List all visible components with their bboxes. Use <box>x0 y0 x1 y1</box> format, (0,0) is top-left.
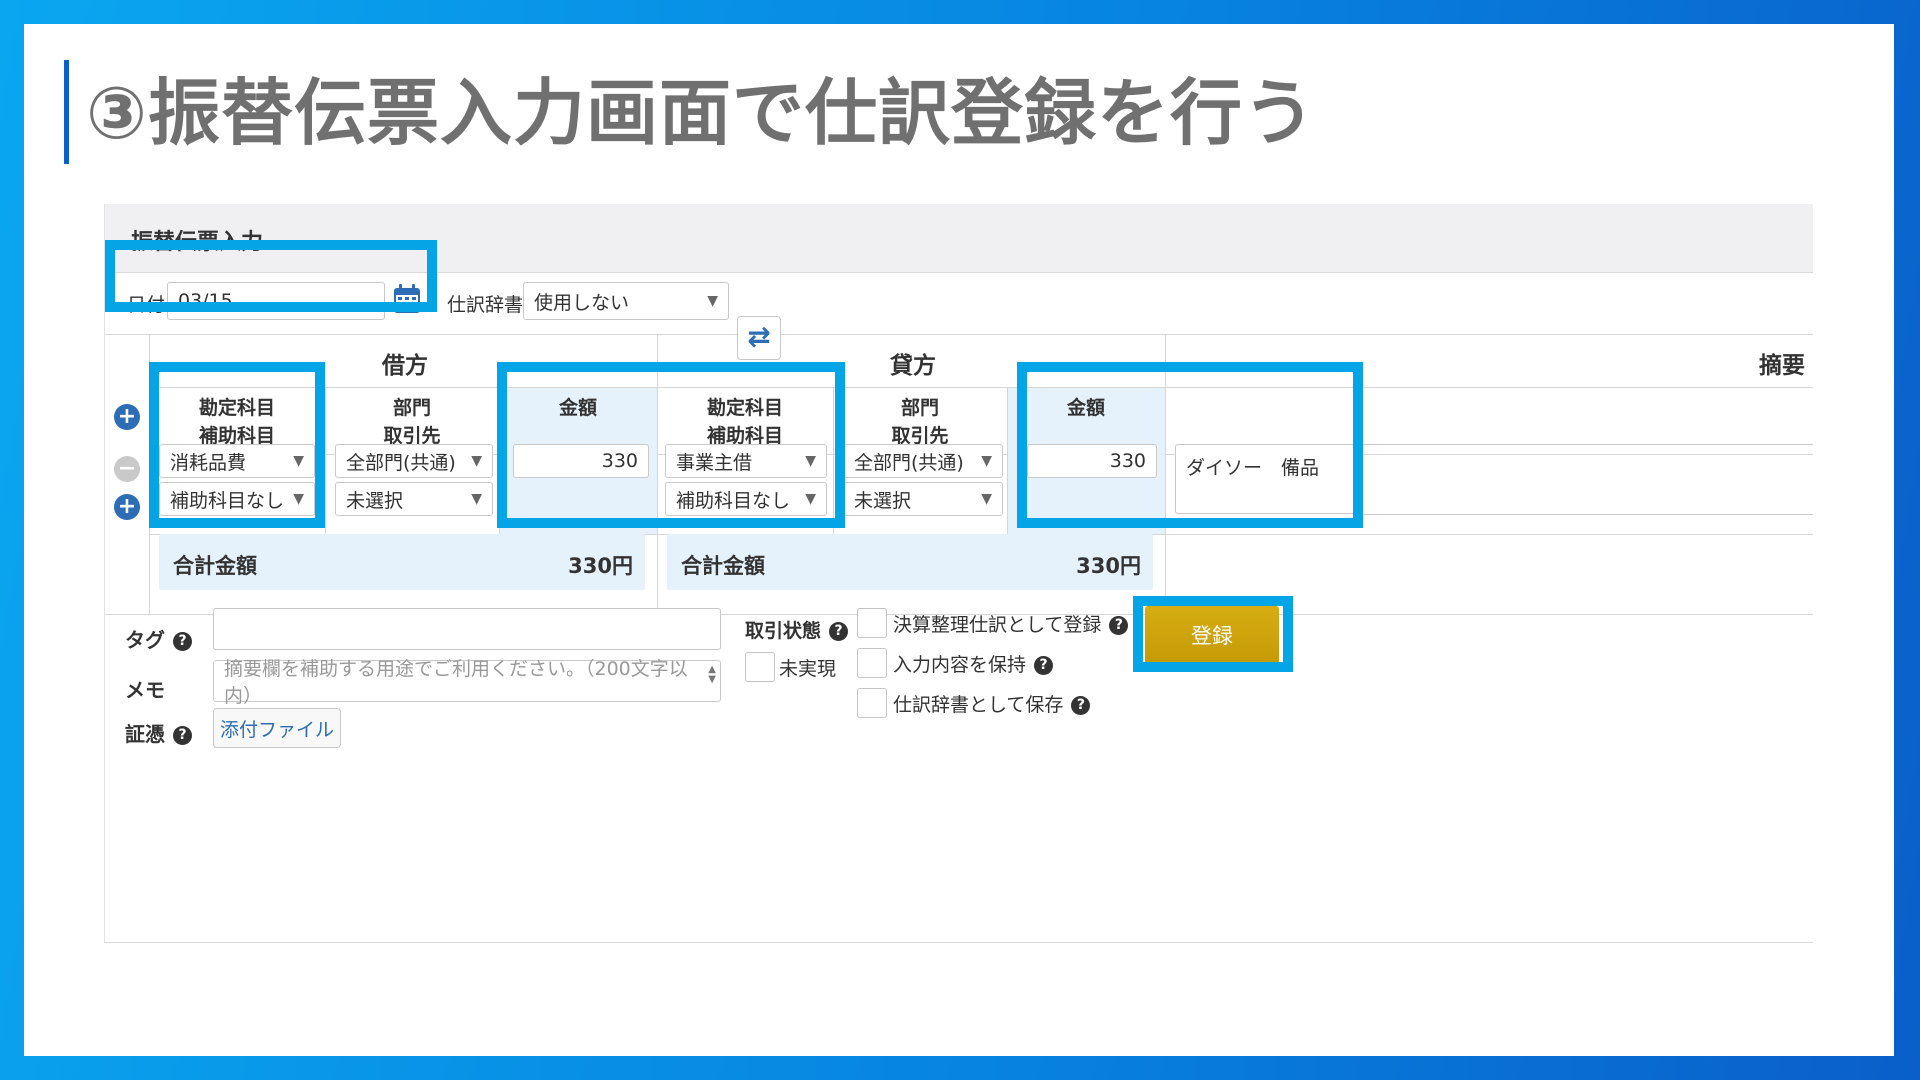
credit-amount-value: 330 <box>1109 450 1146 472</box>
tag-label: タグ? <box>125 624 192 653</box>
credit-sub-account-value: 補助科目なし <box>676 489 791 512</box>
credit-amount-head: 金額 <box>1066 397 1105 419</box>
swap-arrows-icon: ⇄ <box>747 320 771 353</box>
plus-circle-icon[interactable]: + <box>114 494 140 520</box>
closing-entry-checkbox[interactable] <box>857 608 887 638</box>
date-label: 日付 <box>127 294 166 316</box>
credit-partner-value: 未選択 <box>854 489 912 512</box>
credit-heading: 貸方 <box>890 353 936 379</box>
status-label-text: 取引状態 <box>745 620 822 642</box>
caret-down-icon: ▼ <box>805 453 816 469</box>
save-dictionary-checkbox[interactable] <box>857 688 887 718</box>
transfer-slip-panel: 振替伝票入力 日付 03/15 仕訳辞書 使用しない ▼ 借方 貸方 摘要 ⇄ … <box>104 204 1813 943</box>
credit-partner-select[interactable]: 未選択 ▼ <box>843 482 1003 516</box>
debit-total-value: 330円 <box>568 554 633 578</box>
table-heading-line <box>149 387 1813 388</box>
debit-amount-input[interactable]: 330 <box>513 444 649 478</box>
memo-label: メモ <box>125 678 165 702</box>
unrealized-checkbox[interactable] <box>745 652 775 682</box>
credit-total: 合計金額 330円 <box>667 534 1153 590</box>
evidence-label-text: 証憑 <box>125 722 165 746</box>
dictionary-select[interactable]: 使用しない ▼ <box>523 282 729 320</box>
table-left-col-line <box>149 334 150 614</box>
tag-input[interactable] <box>213 608 721 650</box>
debit-account-head-1: 勘定科目 <box>198 397 275 419</box>
caret-down-icon: ▼ <box>293 453 304 469</box>
credit-account-value: 事業主借 <box>676 451 753 474</box>
date-value: 03/15 <box>178 290 233 312</box>
title-accent-bar <box>64 60 69 164</box>
slide-title: ③振替伝票入力画面で仕訳登録を行う <box>86 71 1316 155</box>
evidence-label: 証憑? <box>125 718 192 747</box>
closing-entry-label: 決算整理仕訳として登録? <box>893 610 1129 637</box>
caret-down-icon: ▼ <box>293 491 304 507</box>
date-input[interactable]: 03/15 <box>167 282 385 320</box>
debit-partner-value: 未選択 <box>346 489 404 512</box>
register-button[interactable]: 登録 <box>1145 606 1279 664</box>
dictionary-label: 仕訳辞書 <box>447 294 524 316</box>
debit-account-value: 消耗品費 <box>170 451 247 474</box>
panel-header: 振替伝票入力 <box>105 204 1813 273</box>
debit-total-label: 合計金額 <box>173 554 257 578</box>
status-label: 取引状態? <box>745 616 849 643</box>
caret-down-icon: ▼ <box>471 491 482 507</box>
debit-sub-account-value: 補助科目なし <box>170 489 285 512</box>
debit-amount-head: 金額 <box>558 397 597 419</box>
panel-title: 振替伝票入力 <box>131 230 264 255</box>
minus-circle-icon[interactable]: − <box>114 456 140 482</box>
credit-account-select[interactable]: 事業主借 ▼ <box>665 444 827 478</box>
summary-textarea[interactable]: ダイソー 備品 <box>1175 444 1355 514</box>
debit-amount-value: 330 <box>601 450 638 472</box>
question-circle-icon[interactable]: ? <box>1071 696 1091 715</box>
caret-down-icon: ▼ <box>707 293 718 309</box>
memo-textarea[interactable]: 摘要欄を補助する用途でご利用ください。（200文字以内） ▲ ▼ <box>213 658 721 707</box>
credit-amount-input[interactable]: 330 <box>1027 444 1157 478</box>
debit-heading: 借方 <box>382 353 428 379</box>
unrealized-label: 未実現 <box>779 658 837 680</box>
summary-input-bottom-edge <box>1355 514 1813 515</box>
debit-department-value: 全部門(共通) <box>346 451 456 474</box>
save-dictionary-label: 仕訳辞書として保存? <box>893 690 1091 717</box>
caret-down-icon: ▼ <box>471 453 482 469</box>
question-circle-icon[interactable]: ? <box>173 632 192 651</box>
question-circle-icon[interactable]: ? <box>829 622 849 641</box>
summary-heading: 摘要 <box>1759 353 1805 379</box>
keep-input-checkbox[interactable] <box>857 648 887 678</box>
question-circle-icon[interactable]: ? <box>173 726 192 745</box>
credit-sub-account-select[interactable]: 補助科目なし ▼ <box>665 482 827 516</box>
caret-down-icon: ▼ <box>981 453 992 469</box>
debit-dept-head-1: 部門 <box>392 397 431 419</box>
table-right-line <box>1165 334 1166 614</box>
keep-input-label: 入力内容を保持? <box>893 650 1054 677</box>
credit-dept-head-1: 部門 <box>900 397 939 419</box>
debit-total: 合計金額 330円 <box>159 534 645 590</box>
credit-account-head-1: 勘定科目 <box>706 397 783 419</box>
swap-button[interactable]: ⇄ <box>737 316 781 360</box>
resize-handle-icon[interactable]: ▲ ▼ <box>708 665 716 685</box>
keep-input-text: 入力内容を保持 <box>893 654 1027 676</box>
save-dictionary-text: 仕訳辞書として保存 <box>893 694 1064 716</box>
question-circle-icon[interactable]: ? <box>1109 616 1129 635</box>
summary-input-top-edge <box>1355 444 1813 445</box>
memo-placeholder: 摘要欄を補助する用途でご利用ください。（200文字以内） <box>224 658 688 707</box>
plus-circle-icon[interactable]: + <box>114 404 140 430</box>
tag-label-text: タグ <box>125 628 165 652</box>
table-top-line <box>105 334 1813 335</box>
credit-department-select[interactable]: 全部門(共通) ▼ <box>843 444 1003 478</box>
debit-department-select[interactable]: 全部門(共通) ▼ <box>335 444 493 478</box>
table-center-line <box>657 334 658 614</box>
caret-down-icon: ▼ <box>805 491 816 507</box>
debit-account-select[interactable]: 消耗品費 ▼ <box>159 444 315 478</box>
question-circle-icon[interactable]: ? <box>1034 656 1054 675</box>
attach-file-button[interactable]: 添付ファイル <box>213 708 341 748</box>
caret-down-icon: ▼ <box>981 491 992 507</box>
closing-entry-text: 決算整理仕訳として登録 <box>893 614 1102 636</box>
summary-value: ダイソー 備品 <box>1186 457 1320 479</box>
credit-total-value: 330円 <box>1076 554 1141 578</box>
credit-department-value: 全部門(共通) <box>854 451 964 474</box>
debit-sub-account-select[interactable]: 補助科目なし ▼ <box>159 482 315 516</box>
credit-total-label: 合計金額 <box>681 554 765 578</box>
debit-partner-select[interactable]: 未選択 ▼ <box>335 482 493 516</box>
